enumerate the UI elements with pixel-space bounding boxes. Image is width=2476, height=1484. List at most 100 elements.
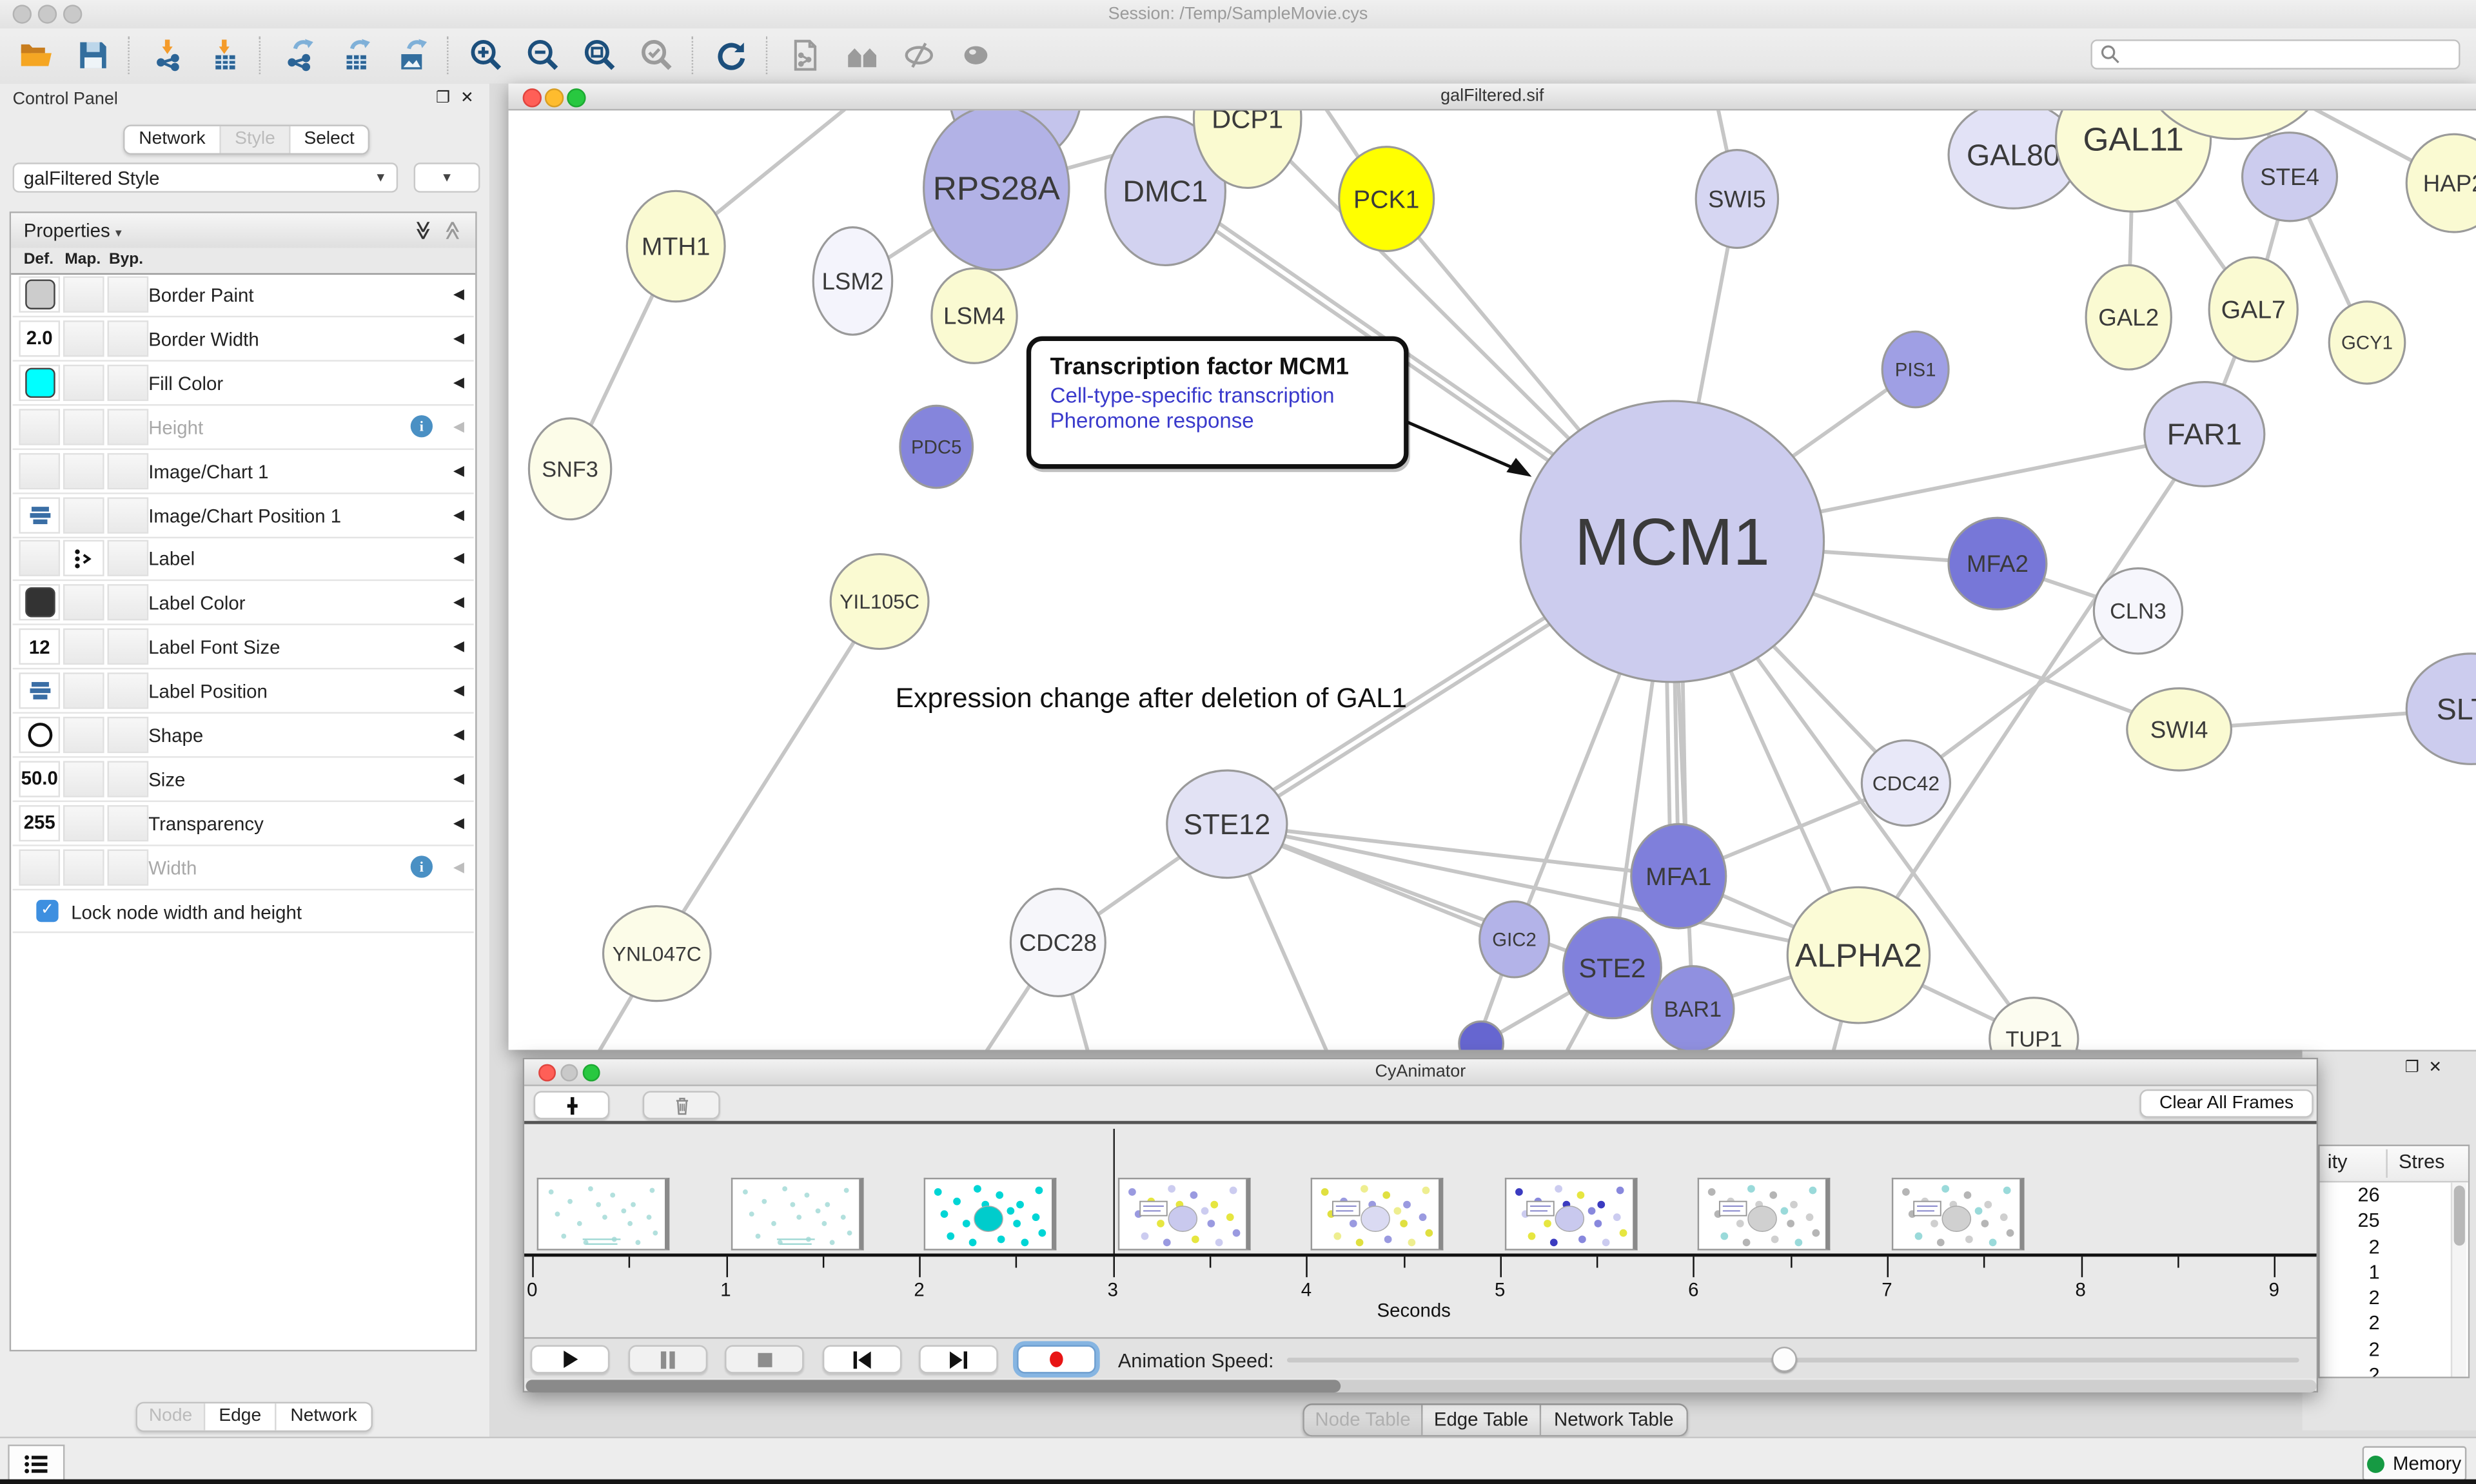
bypass-cell[interactable] <box>108 805 149 841</box>
mapping-cell[interactable] <box>63 805 104 841</box>
mapping-cell[interactable] <box>63 541 104 577</box>
default-cell[interactable]: 50.0 <box>19 761 60 797</box>
bypass-cell[interactable] <box>108 320 149 356</box>
bypass-cell[interactable] <box>108 717 149 753</box>
bypass-cell[interactable] <box>108 629 149 665</box>
property-row-label-color[interactable]: Label Color ◀ <box>13 581 474 626</box>
properties-header[interactable]: Properties ▾ ≫ ≫ <box>11 213 475 249</box>
default-cell[interactable] <box>19 717 60 753</box>
close-panel-icon[interactable]: ✕ <box>460 90 474 108</box>
node-LSM4[interactable]: LSM4 <box>932 268 1017 363</box>
node-STE4[interactable]: STE4 <box>2243 133 2337 221</box>
frame-thumbnail-7[interactable] <box>1892 1178 2025 1251</box>
mapping-cell[interactable] <box>63 320 104 356</box>
property-row-image-chart-position-1[interactable]: Image/Chart Position 1 ◀ <box>13 493 474 538</box>
property-row-height[interactable]: Height i ◀ <box>13 405 474 450</box>
mapping-cell[interactable] <box>63 496 104 532</box>
node-LSM2[interactable]: LSM2 <box>813 228 892 335</box>
slider-thumb[interactable] <box>1772 1347 1797 1372</box>
property-row-width[interactable]: Width i ◀ <box>13 846 474 890</box>
default-cell[interactable] <box>19 849 60 885</box>
property-row-fill-color[interactable]: Fill Color ◀ <box>13 361 474 405</box>
export-image-button[interactable] <box>388 33 435 77</box>
zoom-fit-button[interactable] <box>576 33 624 77</box>
skip-to-start-button[interactable] <box>822 1345 901 1374</box>
annotation-link-2[interactable]: Pheromone response <box>1050 409 1385 433</box>
expand-row-icon[interactable]: ◀ <box>453 330 464 347</box>
tab-edge-table[interactable]: Edge Table <box>1423 1405 1542 1436</box>
node-MFA1[interactable]: MFA1 <box>1631 824 1726 928</box>
node-GAL7[interactable]: GAL7 <box>2209 257 2297 362</box>
frame-thumbnail-5[interactable] <box>1504 1178 1637 1251</box>
zoom-out-button[interactable] <box>520 33 567 77</box>
network-canvas[interactable]: RPS28BRPS28ADMC1DCP1PCK1SWI5GAL80GAL11ST… <box>509 110 2476 1050</box>
frame-thumbnail-2[interactable] <box>924 1178 1057 1251</box>
scrollbar-thumb[interactable] <box>526 1380 1341 1392</box>
node-PDC5[interactable]: PDC5 <box>900 405 973 487</box>
search-input[interactable] <box>2090 39 2460 70</box>
refresh-layout-button[interactable] <box>707 33 754 77</box>
node-HAP2[interactable]: HAP2 <box>2406 134 2476 232</box>
lock-checkbox[interactable]: ✓ <box>36 899 58 921</box>
delete-frame-button[interactable] <box>643 1091 720 1119</box>
default-cell[interactable] <box>19 277 60 313</box>
tab-select[interactable]: Select <box>291 126 368 153</box>
mapping-cell[interactable] <box>63 585 104 621</box>
record-button[interactable] <box>1017 1345 1096 1374</box>
table-vertical-scrollbar[interactable] <box>2451 1182 2466 1376</box>
table-row[interactable]: 1 <box>2320 1261 2468 1287</box>
mapping-cell[interactable] <box>63 849 104 885</box>
node-MFA2[interactable]: MFA2 <box>1949 518 2047 609</box>
bypass-cell[interactable] <box>108 761 149 797</box>
property-row-border-paint[interactable]: Border Paint ◀ <box>13 273 474 318</box>
bypass-cell[interactable] <box>108 849 149 885</box>
bypass-cell[interactable] <box>108 364 149 400</box>
node-GIC2[interactable]: GIC2 <box>1480 901 1549 977</box>
float-panel-icon[interactable]: ❐ <box>436 90 450 108</box>
import-table-button[interactable] <box>201 33 248 77</box>
default-cell[interactable]: 12 <box>19 629 60 665</box>
frame-thumbnail-3[interactable] <box>1117 1178 1250 1251</box>
node-CDC42[interactable]: CDC42 <box>1862 741 1950 826</box>
property-row-label-position[interactable]: Label Position ◀ <box>13 670 474 714</box>
tab-network[interactable]: Network <box>124 126 221 153</box>
expand-row-icon[interactable]: ◀ <box>453 506 464 523</box>
bypass-cell[interactable] <box>108 277 149 313</box>
expand-row-icon[interactable]: ◀ <box>453 638 464 656</box>
mapping-cell[interactable] <box>63 277 104 313</box>
expand-row-icon[interactable]: ◀ <box>453 682 464 699</box>
default-cell[interactable]: 255 <box>19 805 60 841</box>
annotation-box[interactable]: Transcription factor MCM1 Cell-type-spec… <box>1027 337 1409 469</box>
style-selector[interactable]: galFiltered Style ▼ <box>13 162 398 193</box>
node-BAR1[interactable]: BAR1 <box>1652 966 1734 1050</box>
property-row-label-font-size[interactable]: 12 Label Font Size ◀ <box>13 625 474 670</box>
expand-row-icon[interactable]: ◀ <box>453 550 464 567</box>
property-row-shape[interactable]: Shape ◀ <box>13 714 474 758</box>
node-SWI4[interactable]: SWI4 <box>2127 688 2232 770</box>
zoom-in-button[interactable] <box>463 33 510 77</box>
bypass-cell[interactable] <box>108 409 149 445</box>
save-session-button[interactable] <box>70 33 117 77</box>
export-table-button[interactable] <box>331 33 378 77</box>
node-SWI5[interactable]: SWI5 <box>1696 150 1778 248</box>
table-row[interactable]: 2 <box>2320 1236 2468 1262</box>
bypass-cell[interactable] <box>108 541 149 577</box>
expand-row-icon[interactable]: ◀ <box>453 770 464 788</box>
expand-row-icon[interactable]: ◀ <box>453 814 464 832</box>
expand-all-icon[interactable]: ≫ <box>413 220 435 240</box>
default-cell[interactable] <box>19 672 60 708</box>
mapping-cell[interactable] <box>63 629 104 665</box>
mapping-cell[interactable] <box>63 409 104 445</box>
import-network-button[interactable] <box>144 33 191 77</box>
property-row-image-chart-1[interactable]: Image/Chart 1 ◀ <box>13 449 474 494</box>
timeline-scrollbar[interactable] <box>526 1380 2317 1392</box>
mapping-cell[interactable] <box>63 717 104 753</box>
tab-node[interactable]: Node <box>137 1403 205 1430</box>
frame-thumbnail-1[interactable] <box>731 1178 863 1251</box>
column-header-stress[interactable]: Stres <box>2399 1151 2444 1173</box>
tab-style[interactable]: Style <box>221 126 291 153</box>
table-row[interactable]: 2 <box>2320 1313 2468 1338</box>
property-row-transparency[interactable]: 255 Transparency ◀ <box>13 802 474 846</box>
node-GAL2[interactable]: GAL2 <box>2086 265 2171 369</box>
node-MCM1[interactable]: MCM1 <box>1520 401 1823 682</box>
